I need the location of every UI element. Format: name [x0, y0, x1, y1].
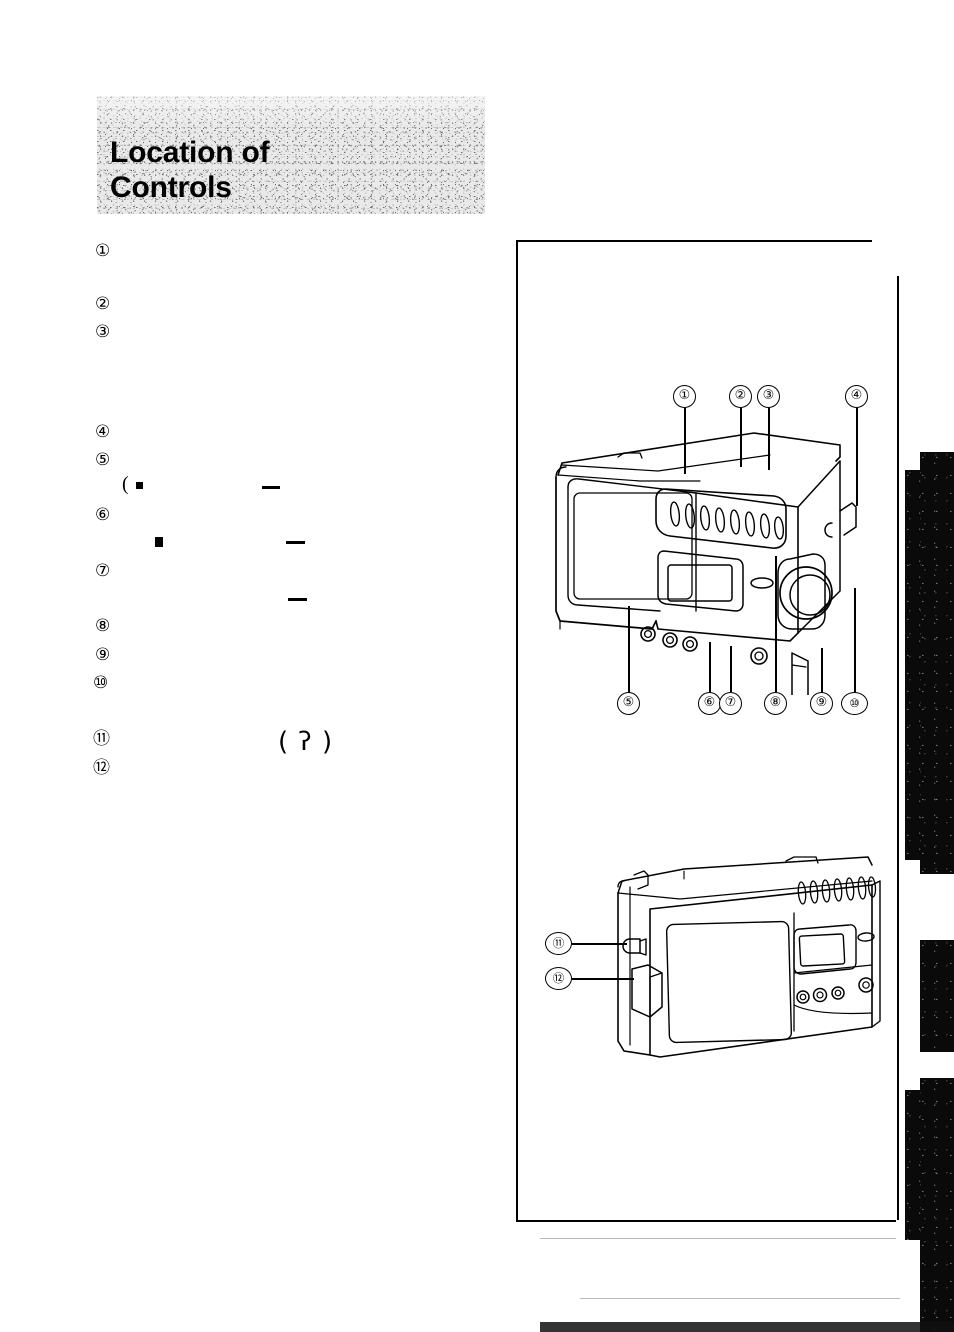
scan-edge-artifact [920, 452, 954, 874]
list-item-7-number: ⑦ [95, 561, 111, 581]
panel-left-border [516, 240, 518, 1222]
list-item-6-number: ⑥ [95, 505, 111, 525]
list-item-9-number: ⑨ [95, 645, 111, 665]
list-item-1-number: ① [95, 241, 111, 261]
leader-line-5 [628, 606, 630, 692]
residual-ink-dash [286, 541, 305, 544]
leader-line-8 [775, 556, 777, 692]
figure-callout-7: ⑦ [719, 692, 742, 715]
leader-line-6 [709, 642, 711, 692]
scan-edge-artifact [905, 470, 921, 860]
list-item-2-number: ② [95, 294, 111, 314]
figure-callout-5: ⑤ [617, 692, 640, 715]
residual-ink-dash [262, 486, 280, 489]
scan-line-artifact [580, 1298, 900, 1299]
band-fade [97, 96, 485, 130]
figure-callout-8: ⑧ [764, 692, 787, 715]
leader-line-12 [572, 978, 634, 980]
scan-bottom-artifact [540, 1322, 954, 1332]
page-title: Location of Controls [110, 136, 270, 204]
list-item-4-number: ④ [95, 422, 111, 442]
figure-callout-3: ③ [757, 385, 780, 408]
panel-top-border [516, 240, 872, 242]
scanned-manual-page: Location of Controls ① ② ③ ④ ⑤ ⑥ ⑦ ⑧ ⑨ ⑩… [0, 0, 954, 1332]
figure-callout-11: ⑪ [545, 932, 572, 955]
figure-radio-side-view [617, 856, 881, 1058]
figure-callout-1: ① [673, 385, 696, 408]
figure-callout-2: ② [729, 385, 752, 408]
headphone-jack-icon: ( ʔ ) [278, 727, 334, 757]
list-item-8-number: ⑧ [95, 616, 111, 636]
leader-line-7 [730, 646, 732, 692]
leader-line-10 [854, 588, 856, 692]
scan-line-artifact [540, 1238, 896, 1239]
figure-callout-6: ⑥ [698, 692, 721, 715]
panel-bottom-border [516, 1220, 896, 1222]
leader-line-4 [856, 408, 858, 506]
leader-line-3 [768, 408, 770, 470]
residual-ink-block [136, 482, 143, 489]
list-item-10-number: ⑩ [93, 673, 109, 693]
list-item-12-number: ⑫ [93, 758, 110, 778]
list-item-3-number: ③ [95, 322, 111, 342]
leader-line-11 [572, 943, 627, 945]
figure-callout-4: ④ [845, 385, 868, 408]
residual-open-paren: ( [122, 473, 129, 495]
leader-line-2 [740, 408, 742, 467]
list-item-11-number: ⑪ [93, 729, 110, 749]
residual-ink-dash [288, 598, 307, 601]
figure-callout-10: ⑩ [841, 692, 868, 715]
figure-callout-12: ⑫ [545, 967, 572, 990]
page-edge-rule [897, 276, 899, 1220]
scan-edge-artifact [920, 940, 954, 1052]
scan-edge-artifact [905, 1090, 921, 1240]
leader-line-9 [821, 648, 823, 692]
list-item-5-number: ⑤ [95, 450, 111, 470]
scan-edge-artifact [920, 1078, 954, 1332]
leader-line-1 [684, 408, 686, 474]
residual-ink-block [155, 537, 163, 547]
figure-callout-9: ⑨ [810, 692, 833, 715]
